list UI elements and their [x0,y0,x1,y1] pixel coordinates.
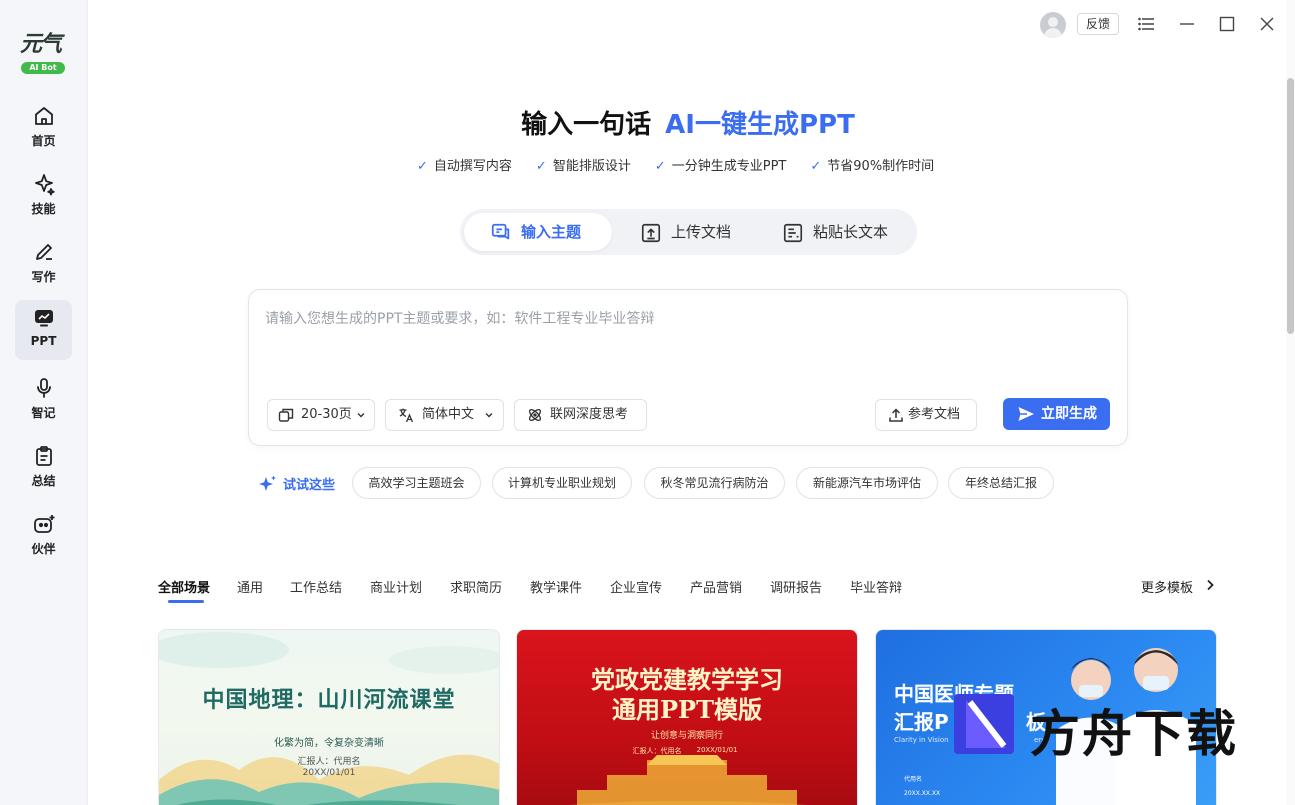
send-icon [1018,407,1034,421]
category-tab[interactable]: 毕业答辩 [850,577,902,596]
feature-list: ✓ 自动撰写内容 ✓ 智能排版设计 ✓ 一分钟生成专业PPT ✓ 节省90%制作时间 [417,155,934,174]
chevron-right-icon [1207,579,1214,591]
logo-badge: AI Bot [21,62,65,74]
prompt-card: 20-30页 简体中文 联网深度思考 参考文档 立即生成 [248,289,1128,446]
sidebar-item-writing[interactable]: 写作 [15,234,72,294]
pen-icon [36,244,52,260]
user-avatar[interactable] [1040,12,1066,38]
watermark-text: 方舟下载 [1030,705,1238,763]
feature-item: ✓ 节省90%制作时间 [810,159,935,174]
category-tab[interactable]: 求职简历 [450,577,502,596]
watermark-logo-icon [954,694,1014,754]
atom-icon [528,408,542,422]
minimize-icon[interactable] [1175,12,1199,36]
sidebar-item-label: 伙伴 [31,542,56,556]
prompt-input[interactable] [265,308,1105,368]
feature-item: ✓ 自动撰写内容 [417,159,512,174]
tab-upload-doc[interactable]: 上传文档 [620,213,760,251]
suggestion-chip[interactable]: 计算机专业职业规划 [492,467,632,499]
clipboard-icon [36,446,52,466]
suggestion-chip[interactable]: 新能源汽车市场评估 [796,467,938,499]
check-icon: ✓ [810,159,822,174]
chat-icon [491,223,510,240]
menu-icon[interactable] [1135,12,1159,36]
check-icon: ✓ [654,159,666,174]
suggestion-chip[interactable]: 高效学习主题班会 [352,467,481,499]
chevron-down-icon [357,413,365,418]
sidebar-item-label: 总结 [31,474,56,488]
mode-tabs: 输入主题 上传文档 粘贴长文本 [460,209,917,255]
sidebar-item-summary[interactable]: 总结 [15,438,72,498]
category-tab[interactable]: 通用 [237,577,263,596]
category-tab[interactable]: 商业计划 [370,577,422,596]
feature-item: ✓ 一分钟生成专业PPT [654,159,787,174]
logo-text: 元气 [20,31,62,57]
page-count-select[interactable]: 20-30页 [267,399,375,431]
app-logo: 元气 AI Bot [18,26,70,74]
translate-icon [399,408,414,423]
title-main: 输入一句话 [521,110,652,140]
microphone-icon [37,378,51,398]
more-templates-link[interactable]: 更多模板 [1141,577,1214,596]
category-tab[interactable]: 调研报告 [770,577,822,596]
template-card[interactable]: 中国地理：山川河流课堂 化繁为简，令复杂变清晰 汇报人：代用名 20XX/01/… [158,629,500,805]
upload-icon [889,408,903,422]
category-tab[interactable]: 教学课件 [530,577,582,596]
check-icon: ✓ [417,159,428,174]
template-card[interactable]: 党政党建教学学习 通用PPT模版 让创意与洞察同行 汇报人：代用名 20XX/0… [516,629,858,805]
title-accent: AI一键生成PPT [665,110,855,140]
category-tab[interactable]: 企业宣传 [610,577,662,596]
upload-file-icon [641,223,661,243]
reference-doc-button[interactable]: 参考文档 [875,399,977,431]
sidebar-item-label: 技能 [31,202,56,216]
tab-input-topic[interactable]: 输入主题 [464,213,612,251]
sidebar-item-skills[interactable]: 技能 [15,166,72,226]
pages-icon [278,408,294,422]
ppt-icon [35,310,53,327]
generate-button[interactable]: 立即生成 [1003,398,1110,430]
check-icon: ✓ [535,159,547,174]
sparkle-icon [35,174,55,196]
tab-paste-text[interactable]: 粘贴长文本 [765,213,913,251]
feature-item: ✓ 智能排版设计 [535,159,631,174]
suggestion-chip[interactable]: 秋冬常见流行病防治 [644,467,785,499]
building-illustration [569,755,807,805]
maximize-icon[interactable] [1215,12,1239,36]
language-select[interactable]: 简体中文 [385,399,504,431]
feedback-button[interactable]: 反馈 [1077,13,1119,35]
category-tab[interactable]: 产品营销 [690,577,742,596]
page-title: 输入一句话 AI一键生成PPT [0,104,1295,141]
sidebar-item-label: PPT [30,334,57,348]
sparkle-icon [259,475,276,491]
category-tab[interactable]: 全部场景 [158,577,210,596]
sidebar-item-ppt[interactable]: PPT [15,300,72,360]
suggestion-chip[interactable]: 年终总结汇报 [948,467,1054,499]
chevron-down-icon [485,413,493,418]
deep-think-toggle[interactable]: 联网深度思考 [514,399,647,431]
sidebar-item-notes[interactable]: 智记 [15,370,72,430]
sidebar-item-label: 写作 [31,270,56,284]
robot-icon [34,515,55,533]
sidebar-item-label: 智记 [31,406,56,420]
close-icon[interactable] [1255,12,1279,36]
document-icon [783,223,803,243]
watermark: 方舟下载 [950,690,1250,763]
sidebar-item-partner[interactable]: 伙伴 [15,506,72,566]
active-tab-indicator [168,600,204,603]
category-tab[interactable]: 工作总结 [290,577,342,596]
